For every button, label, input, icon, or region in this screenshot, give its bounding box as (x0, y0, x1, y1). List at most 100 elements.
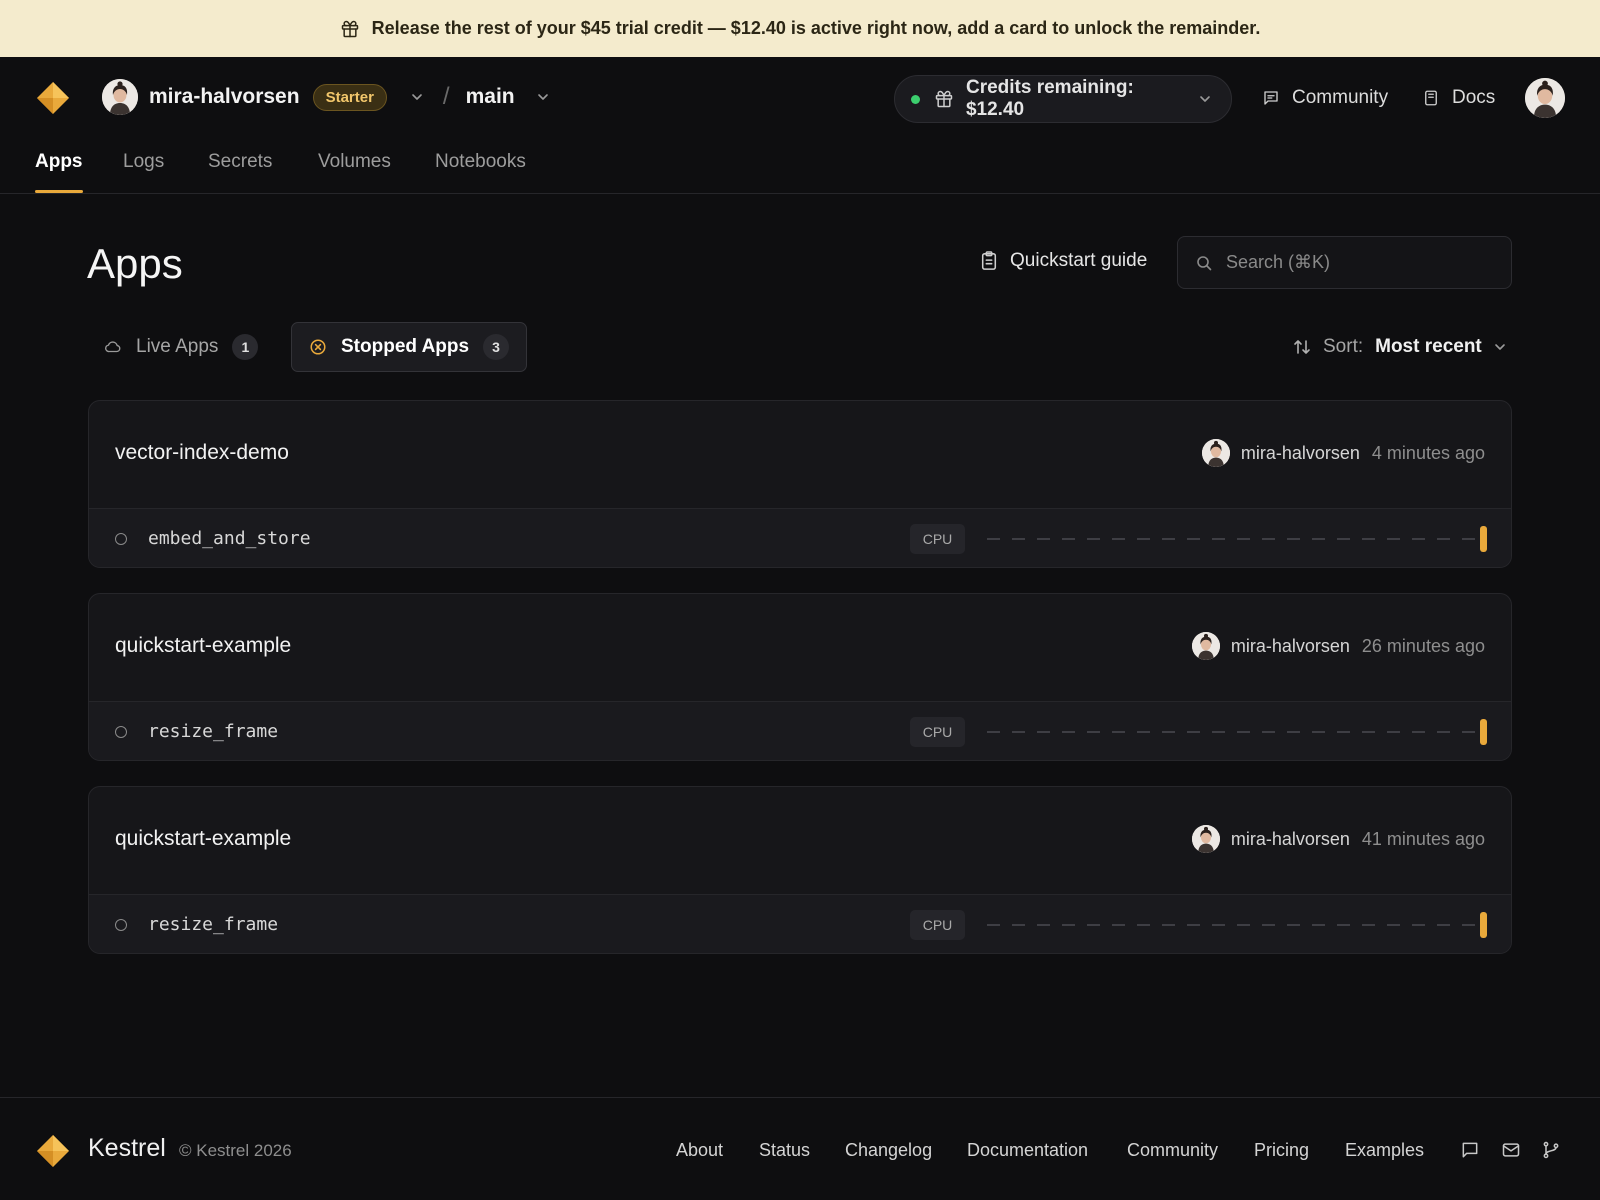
resource-badge: CPU (910, 524, 965, 554)
gift-icon (341, 20, 358, 37)
app-card[interactable]: vector-index-demo mira-halvorsen 4 minut… (88, 400, 1512, 568)
app-owner: mira-halvorsen (1240, 442, 1360, 463)
function-row[interactable]: embed_and_store CPU (89, 509, 1511, 567)
kestrel-logo-icon[interactable] (36, 81, 70, 115)
search-box[interactable] (1177, 236, 1512, 289)
app-meta: mira-halvorsen 41 minutes ago (1191, 825, 1485, 853)
git-branch-icon[interactable] (1541, 1140, 1561, 1160)
search-input[interactable] (1226, 252, 1496, 273)
status-dot (911, 94, 920, 104)
book-icon (1425, 90, 1437, 106)
chat-icon (1264, 91, 1278, 105)
tab-live-apps[interactable]: Live Apps 1 (90, 322, 272, 372)
app-card-header[interactable]: quickstart-example mira-halvorsen 41 min… (89, 787, 1511, 895)
owner-avatar (1201, 439, 1230, 467)
activity-timeline (987, 924, 1477, 926)
footer-link-changelog[interactable]: Changelog (845, 1140, 932, 1161)
breadcrumb-separator: / (442, 83, 450, 110)
community-link[interactable]: Community (1262, 87, 1388, 109)
app-card[interactable]: quickstart-example mira-halvorsen 26 min… (88, 593, 1512, 761)
owner-avatar (1191, 632, 1220, 660)
top-header: mira-halvorsen Starter / main Credits re… (0, 57, 1600, 137)
mail-icon[interactable] (1501, 1140, 1521, 1160)
resource-badge: CPU (910, 910, 965, 940)
app-timestamp: 41 minutes ago (1361, 828, 1485, 849)
tab-stopped-apps[interactable]: Stopped Apps 3 (291, 322, 528, 372)
tab-logs[interactable]: Logs (123, 151, 164, 173)
function-name: resize_frame (148, 914, 279, 935)
activity-marker (1480, 719, 1487, 745)
page-title: Apps (87, 240, 183, 287)
chevron-down-icon (1494, 344, 1505, 350)
app-owner: mira-halvorsen (1230, 828, 1350, 849)
footer-link-documentation[interactable]: Documentation (967, 1140, 1088, 1161)
workspace-name: mira-halvorsen (149, 85, 300, 108)
clipboard-icon (981, 251, 997, 270)
chevron-down-icon[interactable] (409, 89, 425, 105)
footer-link-pricing[interactable]: Pricing (1254, 1140, 1309, 1161)
app-meta: mira-halvorsen 26 minutes ago (1191, 632, 1485, 660)
user-avatar[interactable] (1525, 78, 1565, 118)
credits-dropdown[interactable]: Credits remaining: $12.40 (894, 75, 1232, 123)
workspace-avatar (102, 79, 138, 115)
credits-label: Credits remaining: $12.40 (965, 77, 1134, 120)
tab-notebooks[interactable]: Notebooks (435, 151, 526, 173)
docs-label: Docs (1452, 87, 1496, 108)
function-row[interactable]: resize_frame CPU (89, 895, 1511, 953)
footer-link-examples[interactable]: Examples (1345, 1140, 1424, 1161)
banner-text: Release the rest of your $45 trial credi… (371, 18, 1261, 38)
footer-link-community[interactable]: Community (1127, 1140, 1218, 1161)
app-card-header[interactable]: quickstart-example mira-halvorsen 26 min… (89, 594, 1511, 702)
activity-marker (1480, 912, 1487, 938)
community-label: Community (1292, 87, 1389, 108)
sort-label: Sort: (1323, 336, 1364, 357)
app-card[interactable]: quickstart-example mira-halvorsen 41 min… (88, 786, 1512, 954)
chat-icon[interactable] (1460, 1140, 1480, 1160)
stopped-circle-x-icon (310, 339, 326, 355)
footer-link-status[interactable]: Status (759, 1140, 810, 1161)
trial-credit-banner[interactable]: Release the rest of your $45 trial credi… (0, 0, 1600, 57)
footer-brand[interactable]: Kestrel (88, 1134, 166, 1163)
cloud-icon (105, 341, 121, 353)
page-footer: Kestrel © Kestrel 2026 About Status Chan… (0, 1097, 1600, 1200)
sort-arrows-icon (1294, 340, 1310, 354)
function-row[interactable]: resize_frame CPU (89, 702, 1511, 760)
environment-name[interactable]: main (466, 85, 515, 109)
owner-avatar (1191, 825, 1220, 853)
tab-secrets[interactable]: Secrets (208, 151, 272, 173)
workspace-switcher[interactable]: mira-halvorsen Starter / main (102, 79, 551, 115)
app-card-header[interactable]: vector-index-demo mira-halvorsen 4 minut… (89, 401, 1511, 509)
activity-timeline (987, 538, 1477, 540)
app-meta: mira-halvorsen 4 minutes ago (1201, 439, 1485, 467)
app-name[interactable]: quickstart-example (115, 634, 291, 658)
docs-link[interactable]: Docs (1422, 87, 1495, 109)
tab-apps[interactable]: Apps (35, 151, 83, 193)
app-owner: mira-halvorsen (1230, 635, 1350, 656)
chevron-down-icon[interactable] (535, 89, 551, 105)
function-name: resize_frame (148, 721, 279, 742)
sort-value: Most recent (1375, 336, 1482, 357)
stopped-apps-label: Stopped Apps (341, 336, 470, 357)
resource-badge: CPU (910, 717, 965, 747)
gift-icon (935, 90, 953, 108)
sort-dropdown[interactable]: Sort: Most recent (1293, 336, 1508, 358)
app-name[interactable]: quickstart-example (115, 827, 291, 851)
app-timestamp: 4 minutes ago (1371, 442, 1485, 463)
function-status-icon (115, 919, 127, 931)
app-name[interactable]: vector-index-demo (115, 441, 289, 465)
activity-marker (1480, 526, 1487, 552)
main-nav-tabs: Apps Logs Secrets Volumes Notebooks (0, 137, 1600, 194)
stopped-apps-count: 3 (483, 334, 510, 360)
function-status-icon (115, 726, 127, 738)
function-name: embed_and_store (148, 528, 311, 549)
tab-volumes[interactable]: Volumes (318, 151, 391, 173)
kestrel-logo-icon[interactable] (36, 1134, 70, 1168)
function-status-icon (115, 533, 127, 545)
live-apps-label: Live Apps (136, 336, 219, 357)
chevron-down-icon (1200, 96, 1210, 102)
footer-link-about[interactable]: About (676, 1140, 723, 1161)
footer-copyright: © Kestrel 2026 (179, 1141, 292, 1160)
app-timestamp: 26 minutes ago (1361, 635, 1485, 656)
quickstart-guide-button[interactable]: Quickstart guide (980, 250, 1147, 272)
quickstart-label: Quickstart guide (1010, 250, 1148, 271)
